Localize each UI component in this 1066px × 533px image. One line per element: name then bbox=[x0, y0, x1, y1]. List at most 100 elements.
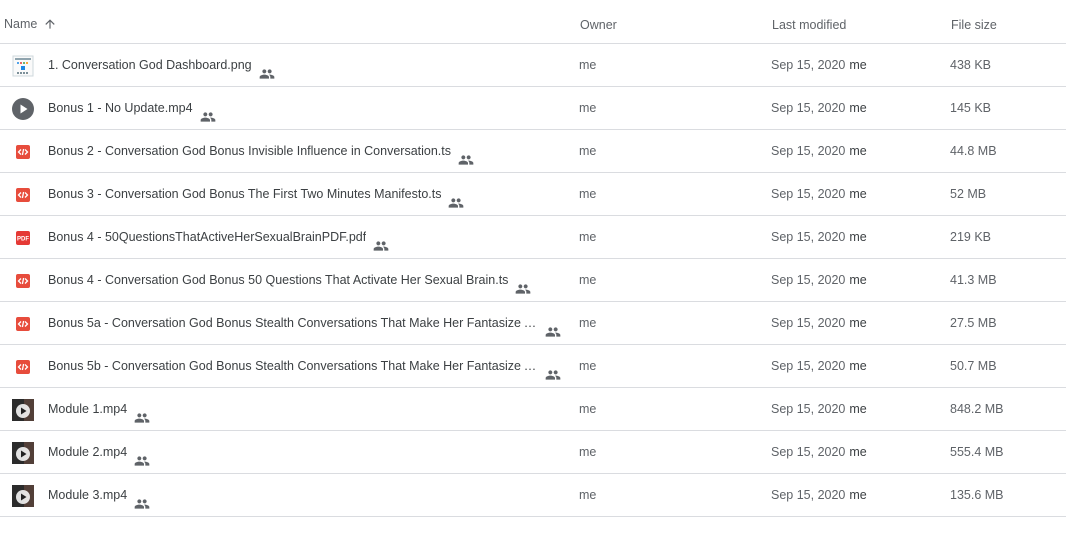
file-size: 41.3 MB bbox=[950, 273, 997, 287]
modified-by: me bbox=[849, 359, 867, 373]
file-owner: me bbox=[579, 316, 597, 330]
shared-people-icon bbox=[373, 229, 389, 251]
code-file-icon bbox=[12, 184, 34, 206]
file-row[interactable]: Module 1.mp4 me Sep 15, 2020 me 848.2 MB bbox=[0, 388, 1066, 431]
file-size: 27.5 MB bbox=[950, 316, 997, 330]
modified-date: Sep 15, 2020 bbox=[771, 316, 846, 330]
file-size: 219 KB bbox=[950, 230, 992, 244]
code-file-icon bbox=[12, 141, 34, 163]
file-row[interactable]: PDF Bonus 4 - 50QuestionsThatActiveHerSex… bbox=[0, 216, 1066, 259]
file-owner: me bbox=[579, 488, 597, 502]
video-thumbnail-icon bbox=[12, 399, 34, 421]
shared-people-icon bbox=[259, 57, 275, 79]
shared-people-icon bbox=[515, 272, 531, 294]
file-name[interactable]: 1. Conversation God Dashboard.png bbox=[48, 44, 252, 86]
modified-date: Sep 15, 2020 bbox=[771, 273, 846, 287]
file-name-cell[interactable]: Bonus 2 - Conversation God Bonus Invisib… bbox=[48, 130, 474, 172]
file-name-cell[interactable]: Module 2.mp4 bbox=[48, 431, 150, 473]
file-size: 438 KB bbox=[950, 58, 992, 72]
modified-date: Sep 15, 2020 bbox=[771, 402, 846, 416]
file-owner: me bbox=[579, 144, 597, 158]
file-name-cell[interactable]: Module 1.mp4 bbox=[48, 388, 150, 430]
shared-people-icon bbox=[134, 401, 150, 423]
modified-by: me bbox=[849, 445, 867, 459]
modified-by: me bbox=[849, 144, 867, 158]
file-list: 1. Conversation God Dashboard.png me Sep 1… bbox=[0, 44, 1066, 517]
file-owner: me bbox=[579, 187, 597, 201]
file-name-cell[interactable]: Bonus 1 - No Update.mp4 bbox=[48, 87, 216, 129]
file-owner: me bbox=[579, 58, 597, 72]
file-name-cell[interactable]: Module 3.mp4 bbox=[48, 474, 150, 516]
file-owner: me bbox=[579, 445, 597, 459]
column-header-name[interactable]: Name bbox=[4, 0, 57, 44]
file-size: 555.4 MB bbox=[950, 445, 1004, 459]
modified-date: Sep 15, 2020 bbox=[771, 58, 846, 72]
modified-by: me bbox=[849, 316, 867, 330]
modified-by: me bbox=[849, 230, 867, 244]
file-row[interactable]: Module 3.mp4 me Sep 15, 2020 me 135.6 MB bbox=[0, 474, 1066, 517]
file-name[interactable]: Bonus 5b - Conversation God Bonus Stealt… bbox=[48, 345, 538, 387]
column-header-last-modified[interactable]: Last modified bbox=[772, 0, 846, 44]
file-row[interactable]: Bonus 2 - Conversation God Bonus Invisib… bbox=[0, 130, 1066, 173]
column-header-owner[interactable]: Owner bbox=[580, 0, 617, 44]
file-owner: me bbox=[579, 402, 597, 416]
code-file-icon bbox=[12, 356, 34, 378]
shared-people-icon bbox=[200, 100, 216, 122]
modified-date: Sep 15, 2020 bbox=[771, 359, 846, 373]
file-name[interactable]: Bonus 5a - Conversation God Bonus Stealt… bbox=[48, 302, 538, 344]
file-row[interactable]: Bonus 3 - Conversation God Bonus The Fir… bbox=[0, 173, 1066, 216]
file-last-modified: Sep 15, 2020 me bbox=[771, 216, 867, 258]
file-last-modified: Sep 15, 2020 me bbox=[771, 474, 867, 516]
file-row[interactable]: Bonus 5b - Conversation God Bonus Stealt… bbox=[0, 345, 1066, 388]
file-list-header: Name Owner Last modified File size bbox=[0, 0, 1066, 44]
file-owner: me bbox=[579, 273, 597, 287]
file-name[interactable]: Bonus 4 - Conversation God Bonus 50 Ques… bbox=[48, 259, 508, 301]
modified-date: Sep 15, 2020 bbox=[771, 187, 846, 201]
modified-by: me bbox=[849, 187, 867, 201]
file-size: 44.8 MB bbox=[950, 144, 997, 158]
file-owner: me bbox=[579, 359, 597, 373]
file-size: 52 MB bbox=[950, 187, 987, 201]
modified-by: me bbox=[849, 488, 867, 502]
file-row[interactable]: Bonus 1 - No Update.mp4 me Sep 15, 2020 me 1… bbox=[0, 87, 1066, 130]
code-file-icon bbox=[12, 270, 34, 292]
file-name[interactable]: Module 1.mp4 bbox=[48, 388, 127, 430]
file-name-cell[interactable]: Bonus 5a - Conversation God Bonus Stealt… bbox=[48, 302, 561, 344]
modified-date: Sep 15, 2020 bbox=[771, 488, 846, 502]
file-last-modified: Sep 15, 2020 me bbox=[771, 44, 867, 86]
file-name[interactable]: Bonus 4 - 50QuestionsThatActiveHerSexual… bbox=[48, 216, 366, 258]
file-name-cell[interactable]: Bonus 3 - Conversation God Bonus The Fir… bbox=[48, 173, 464, 215]
file-owner: me bbox=[579, 101, 597, 115]
file-last-modified: Sep 15, 2020 me bbox=[771, 345, 867, 387]
modified-by: me bbox=[849, 273, 867, 287]
file-row[interactable]: 1. Conversation God Dashboard.png me Sep 1… bbox=[0, 44, 1066, 87]
file-name-cell[interactable]: Bonus 4 - 50QuestionsThatActiveHerSexual… bbox=[48, 216, 389, 258]
modified-by: me bbox=[849, 402, 867, 416]
shared-people-icon bbox=[545, 315, 561, 337]
column-header-file-size[interactable]: File size bbox=[951, 0, 997, 44]
file-name[interactable]: Module 2.mp4 bbox=[48, 431, 127, 473]
file-name[interactable]: Module 3.mp4 bbox=[48, 474, 127, 516]
modified-date: Sep 15, 2020 bbox=[771, 230, 846, 244]
file-row[interactable]: Bonus 4 - Conversation God Bonus 50 Ques… bbox=[0, 259, 1066, 302]
file-size: 50.7 MB bbox=[950, 359, 997, 373]
file-size: 848.2 MB bbox=[950, 402, 1004, 416]
shared-people-icon bbox=[134, 444, 150, 466]
file-name[interactable]: Bonus 3 - Conversation God Bonus The Fir… bbox=[48, 173, 441, 215]
file-name-cell[interactable]: Bonus 4 - Conversation God Bonus 50 Ques… bbox=[48, 259, 531, 301]
file-name-cell[interactable]: Bonus 5b - Conversation God Bonus Stealt… bbox=[48, 345, 561, 387]
file-name-cell[interactable]: 1. Conversation God Dashboard.png bbox=[48, 44, 275, 86]
file-name[interactable]: Bonus 1 - No Update.mp4 bbox=[48, 87, 193, 129]
file-row[interactable]: Bonus 5a - Conversation God Bonus Stealt… bbox=[0, 302, 1066, 345]
file-last-modified: Sep 15, 2020 me bbox=[771, 388, 867, 430]
video-thumbnail-icon bbox=[12, 485, 34, 507]
file-name[interactable]: Bonus 2 - Conversation God Bonus Invisib… bbox=[48, 130, 451, 172]
file-last-modified: Sep 15, 2020 me bbox=[771, 259, 867, 301]
shared-people-icon bbox=[134, 487, 150, 509]
shared-people-icon bbox=[448, 186, 464, 208]
file-row[interactable]: Module 2.mp4 me Sep 15, 2020 me 555.4 MB bbox=[0, 431, 1066, 474]
sort-ascending-icon[interactable] bbox=[43, 17, 57, 31]
file-last-modified: Sep 15, 2020 me bbox=[771, 87, 867, 129]
shared-people-icon bbox=[545, 358, 561, 380]
modified-date: Sep 15, 2020 bbox=[771, 144, 846, 158]
